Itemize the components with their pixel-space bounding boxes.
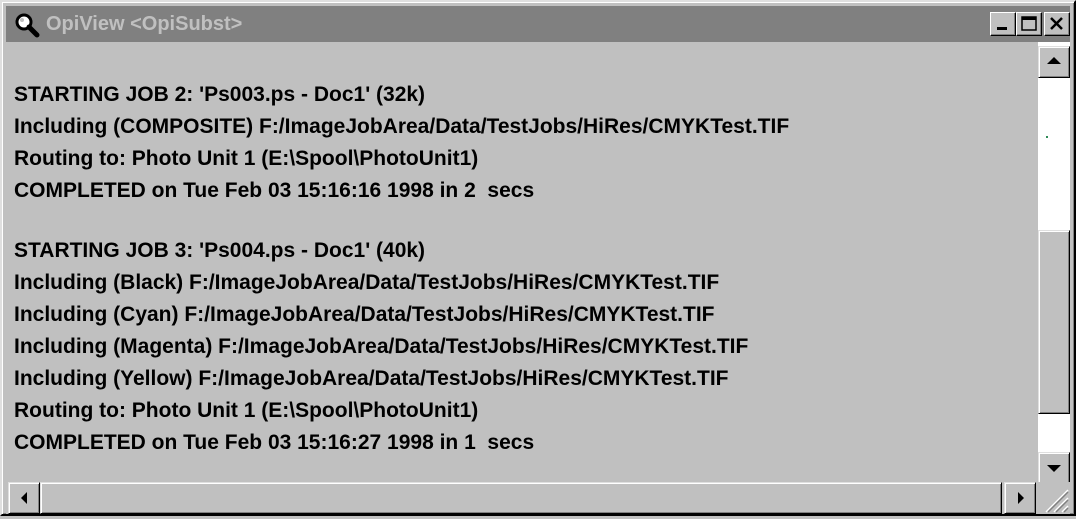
horizontal-scroll-thumb[interactable] — [40, 482, 1002, 514]
log-line: Routing to: Photo Unit 1 (E:\Spool\Photo… — [14, 147, 479, 170]
window-title: OpiView <OpiSubst> — [46, 13, 243, 35]
opiview-window: OpiView <OpiSubst> STARTING JOB 2: 'Ps00… — [0, 0, 1076, 516]
arrow-up-icon — [1047, 57, 1061, 64]
log-line: Routing to: Photo Unit 1 (E:\Spool\Photo… — [14, 399, 479, 422]
minimize-icon — [997, 27, 1007, 30]
vertical-scrollbar[interactable] — [1038, 42, 1070, 484]
log-view[interactable]: STARTING JOB 2: 'Ps003.ps - Doc1' (32k) … — [6, 42, 1070, 514]
horizontal-scrollbar[interactable] — [6, 482, 1038, 514]
log-separator — [14, 207, 1034, 235]
maximize-icon — [1021, 16, 1037, 31]
minimize-button[interactable] — [990, 12, 1016, 36]
log-text-area[interactable]: STARTING JOB 2: 'Ps003.ps - Doc1' (32k) … — [14, 79, 1034, 509]
scroll-up-button[interactable] — [1038, 46, 1070, 78]
magnifier-icon[interactable] — [14, 12, 40, 38]
maximize-button[interactable] — [1016, 12, 1042, 36]
stray-pixel — [1046, 136, 1048, 138]
log-line: Including (Yellow) F:/ImageJobArea/Data/… — [14, 367, 729, 390]
scroll-down-button[interactable] — [1038, 452, 1070, 484]
vertical-scroll-thumb[interactable] — [1038, 230, 1070, 414]
log-line: COMPLETED on Tue Feb 03 15:16:27 1998 in… — [14, 431, 535, 454]
arrow-left-icon — [21, 492, 27, 504]
scroll-left-button[interactable] — [8, 482, 40, 514]
scroll-right-button[interactable] — [1004, 482, 1036, 514]
title-bar[interactable]: OpiView <OpiSubst> — [6, 6, 1070, 42]
log-line: STARTING JOB 2: 'Ps003.ps - Doc1' (32k) — [14, 83, 426, 106]
log-line: Including (Black) F:/ImageJobArea/Data/T… — [14, 271, 720, 294]
log-line: STARTING JOB 3: 'Ps004.ps - Doc1' (40k) — [14, 239, 426, 262]
arrow-right-icon — [1018, 492, 1024, 504]
resize-grip[interactable] — [1038, 482, 1070, 514]
close-icon — [1050, 17, 1063, 30]
arrow-down-icon — [1047, 465, 1061, 472]
log-line: Including (COMPOSITE) F:/ImageJobArea/Da… — [14, 115, 790, 138]
log-line: Including (Magenta) F:/ImageJobArea/Data… — [14, 335, 749, 358]
log-line: COMPLETED on Tue Feb 03 15:16:16 1998 in… — [14, 179, 535, 202]
close-button[interactable] — [1044, 12, 1070, 36]
resize-grip-icon — [1045, 489, 1069, 513]
log-line: Including (Cyan) F:/ImageJobArea/Data/Te… — [14, 303, 715, 326]
